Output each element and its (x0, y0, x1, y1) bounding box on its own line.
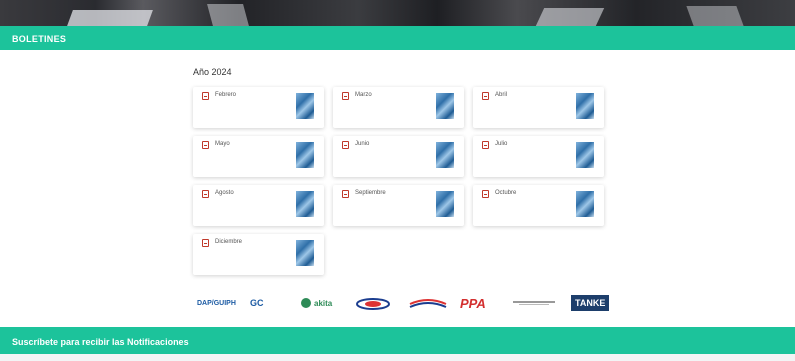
bulletin-card[interactable]: Septiembre (333, 185, 464, 226)
partner-logo[interactable]: PPA (460, 293, 486, 313)
hero-banner-image (0, 0, 795, 26)
logo-7-icon (513, 301, 555, 305)
bulletin-cover-thumbnail[interactable] (436, 191, 454, 217)
bulletin-cover-thumbnail[interactable] (296, 240, 314, 266)
bulletin-card[interactable]: Diciembre (193, 234, 324, 275)
subscribe-text: Suscríbete para recibir las Notificacion… (12, 337, 189, 347)
bulletin-cover-thumbnail[interactable] (576, 93, 594, 119)
partner-logo[interactable] (408, 293, 448, 313)
partner-logo[interactable]: GC (250, 293, 264, 313)
pdf-icon (482, 92, 489, 100)
bulletin-cover-thumbnail[interactable] (296, 142, 314, 168)
bulletin-card[interactable]: Mayo (193, 136, 324, 177)
bulletin-month-label: Agosto (215, 190, 234, 196)
bulletin-cover-thumbnail[interactable] (436, 142, 454, 168)
pdf-icon (342, 92, 349, 100)
bulletin-cover-thumbnail[interactable] (436, 93, 454, 119)
pdf-icon (202, 141, 209, 149)
bulletin-card[interactable]: Octubre (473, 185, 604, 226)
bulletin-month-label: Julio (495, 141, 508, 147)
partner-logos: DAP/GUIPH GC akita PPA TANKE (193, 293, 613, 315)
bulletin-card[interactable]: Febrero (193, 87, 324, 128)
subscribe-bar[interactable]: Suscríbete para recibir las Notificacion… (0, 327, 795, 354)
bulletin-cover-thumbnail[interactable] (576, 191, 594, 217)
bulletin-month-label: Abril (495, 92, 508, 98)
pdf-icon (342, 141, 349, 149)
footer-strip (0, 354, 795, 361)
bulletin-card[interactable]: Abril (473, 87, 604, 128)
partner-logo[interactable] (513, 293, 555, 313)
logo-4-icon (356, 298, 390, 310)
bulletin-month-label: Mayo (215, 141, 230, 147)
pdf-icon (202, 92, 209, 100)
bulletin-month-label: Octubre (495, 190, 517, 196)
pdf-icon (482, 190, 489, 198)
bulletin-card[interactable]: Marzo (333, 87, 464, 128)
bulletin-month-label: Marzo (355, 92, 372, 98)
pdf-icon (482, 141, 489, 149)
bulletin-cover-thumbnail[interactable] (296, 93, 314, 119)
section-title: BOLETINES (12, 34, 67, 44)
leaf-icon (301, 298, 311, 308)
bulletin-card[interactable]: Junio (333, 136, 464, 177)
bulletin-month-label: Diciembre (215, 239, 243, 245)
partner-logo[interactable]: TANKE (571, 295, 610, 311)
partner-logo[interactable] (355, 293, 391, 313)
bulletin-month-label: Febrero (215, 92, 237, 98)
bulletin-month-label: Junio (355, 141, 370, 147)
bulletin-cover-thumbnail[interactable] (576, 142, 594, 168)
bulletin-card[interactable]: Julio (473, 136, 604, 177)
partner-logo[interactable]: akita (300, 293, 332, 313)
pdf-icon (202, 239, 209, 247)
bulletin-month-label: Septiembre (355, 190, 386, 196)
section-header-bar: BOLETINES (0, 26, 795, 50)
bulletin-card[interactable]: Agosto (193, 185, 324, 226)
partner-logo[interactable]: DAP/GUIPH (197, 293, 236, 313)
bulletin-cover-thumbnail[interactable] (296, 191, 314, 217)
pdf-icon (342, 190, 349, 198)
year-heading: Año 2024 (193, 67, 232, 77)
pdf-icon (202, 190, 209, 198)
logo-5-icon (409, 299, 447, 308)
